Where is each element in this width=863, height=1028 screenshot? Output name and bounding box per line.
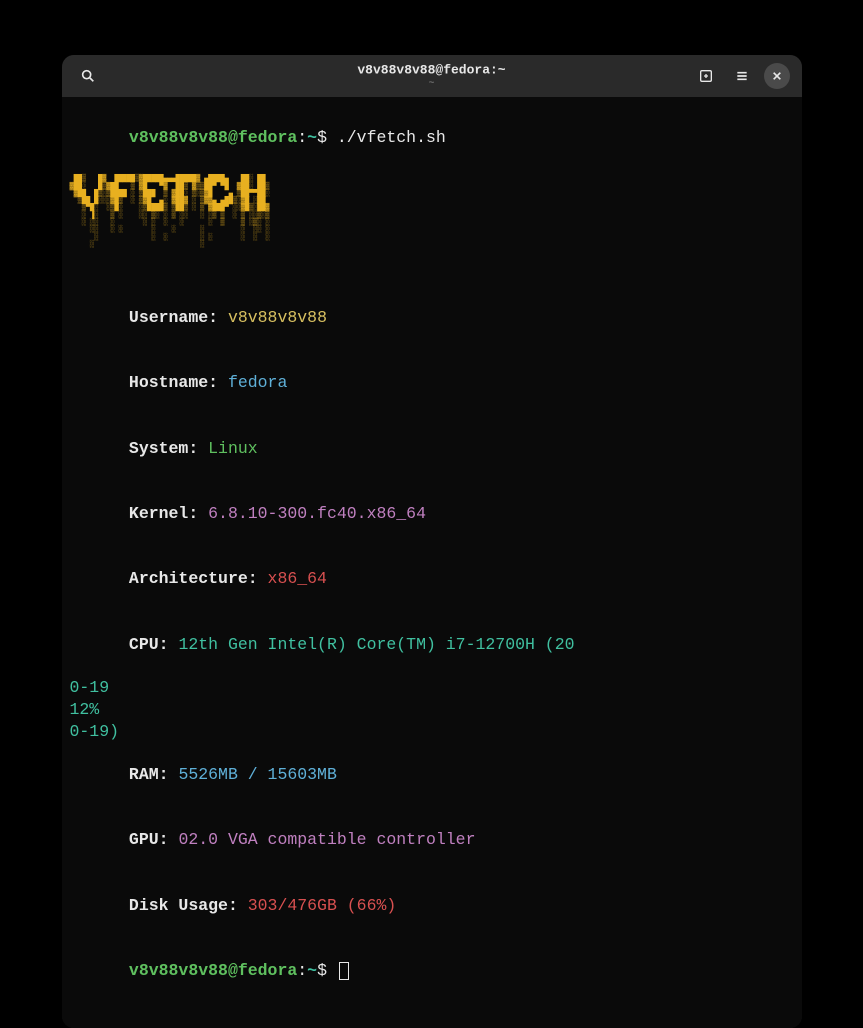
ram-label: RAM: [129, 765, 179, 784]
cpu-line3: 12% [70, 699, 794, 721]
prompt2-userhost: v8v88v8v88@fedora [129, 961, 297, 980]
info-arch: Architecture: x86_64 [70, 546, 794, 611]
info-username: Username: v8v88v8v88 [70, 285, 794, 350]
info-hostname: Hostname: fedora [70, 351, 794, 416]
window-subtitle: ~ [357, 79, 505, 90]
info-system: System: Linux [70, 416, 794, 481]
hostname-label: Hostname: [129, 373, 228, 392]
close-icon[interactable] [764, 63, 790, 89]
terminal-body[interactable]: v8v88v8v88@fedora:~$ ./vfetch.sh ██▒ █▓ … [62, 97, 802, 1028]
prompt-dollar: $ [317, 128, 337, 147]
info-gpu: GPU: 02.0 VGA compatible controller [70, 808, 794, 873]
arch-label: Architecture: [129, 569, 268, 588]
search-icon[interactable] [74, 62, 102, 90]
kernel-label: Kernel: [129, 504, 208, 523]
new-tab-icon[interactable] [692, 62, 720, 90]
kernel-value: 6.8.10-300.fc40.x86_64 [208, 504, 426, 523]
disk-label: Disk Usage: [129, 896, 248, 915]
cpu-label: CPU: [129, 635, 179, 654]
hostname-value: fedora [228, 373, 287, 392]
gpu-value: 02.0 VGA compatible controller [178, 830, 475, 849]
titlebar: v8v88v8v88@fedora:~ ~ [62, 55, 802, 97]
ram-value: 5526MB / 15603MB [178, 765, 336, 784]
window-title: v8v88v8v88@fedora:~ [357, 63, 505, 78]
prompt-path: ~ [307, 128, 317, 147]
system-label: System: [129, 439, 208, 458]
cpu-line2: 0-19 [70, 677, 794, 699]
prompt-sep: : [297, 128, 307, 147]
info-ram: RAM: 5526MB / 15603MB [70, 742, 794, 807]
prompt-line-1: v8v88v8v88@fedora:~$ ./vfetch.sh [70, 105, 794, 170]
username-label: Username: [129, 308, 228, 327]
disk-value: 303/476GB (66%) [248, 896, 397, 915]
prompt2-path: ~ [307, 961, 317, 980]
cpu-line4: 0-19) [70, 721, 794, 743]
cursor [339, 962, 349, 980]
arch-value: x86_64 [268, 569, 327, 588]
vfetch-logo: ██▒ █▓ █████▒▓█████▄▄▄█████▓ ▄████▄ ██░ … [70, 176, 794, 249]
prompt2-sep: : [297, 961, 307, 980]
prompt-line-2: v8v88v8v88@fedora:~$ [70, 938, 794, 1003]
menu-icon[interactable] [728, 62, 756, 90]
command-text: ./vfetch.sh [337, 128, 446, 147]
terminal-window: v8v88v8v88@fedora:~ ~ [62, 55, 802, 1028]
cpu-value: 12th Gen Intel(R) Core(TM) i7-12700H (20 [178, 635, 574, 654]
username-value: v8v88v8v88 [228, 308, 327, 327]
prompt-userhost: v8v88v8v88@fedora [129, 128, 297, 147]
info-cpu: CPU: 12th Gen Intel(R) Core(TM) i7-12700… [70, 612, 794, 677]
gpu-label: GPU: [129, 830, 179, 849]
info-kernel: Kernel: 6.8.10-300.fc40.x86_64 [70, 481, 794, 546]
prompt2-dollar: $ [317, 961, 337, 980]
info-disk: Disk Usage: 303/476GB (66%) [70, 873, 794, 938]
system-value: Linux [208, 439, 258, 458]
